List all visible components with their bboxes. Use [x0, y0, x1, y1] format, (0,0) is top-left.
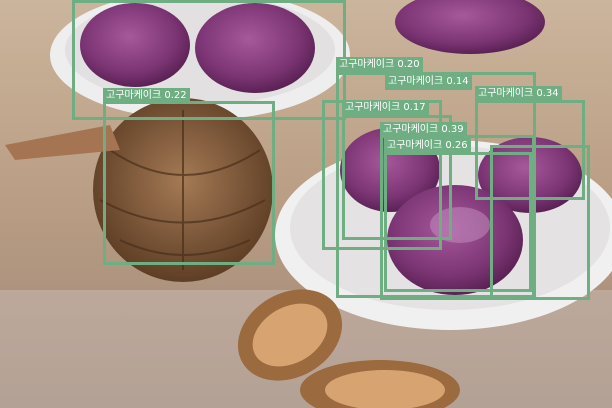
- detection-label: 고구마케이크 0.39: [380, 122, 467, 138]
- detection-box: [103, 101, 275, 265]
- detection-label: 고구마케이크 0.14: [385, 74, 472, 90]
- detection-label: 고구마케이크 0.26: [384, 138, 471, 154]
- detection-label: 고구마케이크 0.34: [475, 86, 562, 102]
- detection-label: 고구마케이크 0.20: [336, 57, 423, 73]
- detection-label: 고구마케이크 0.22: [103, 88, 190, 104]
- detection-box: [490, 145, 590, 300]
- detection-label: 고구마케이크 0.17: [342, 100, 429, 116]
